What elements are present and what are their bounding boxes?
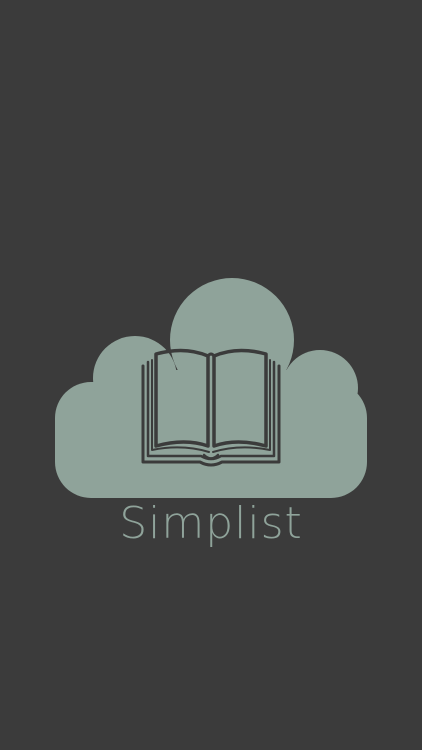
- app-name-label: Simplist: [119, 498, 303, 549]
- splash-screen: Simplist: [0, 0, 422, 750]
- app-logo: [55, 278, 367, 498]
